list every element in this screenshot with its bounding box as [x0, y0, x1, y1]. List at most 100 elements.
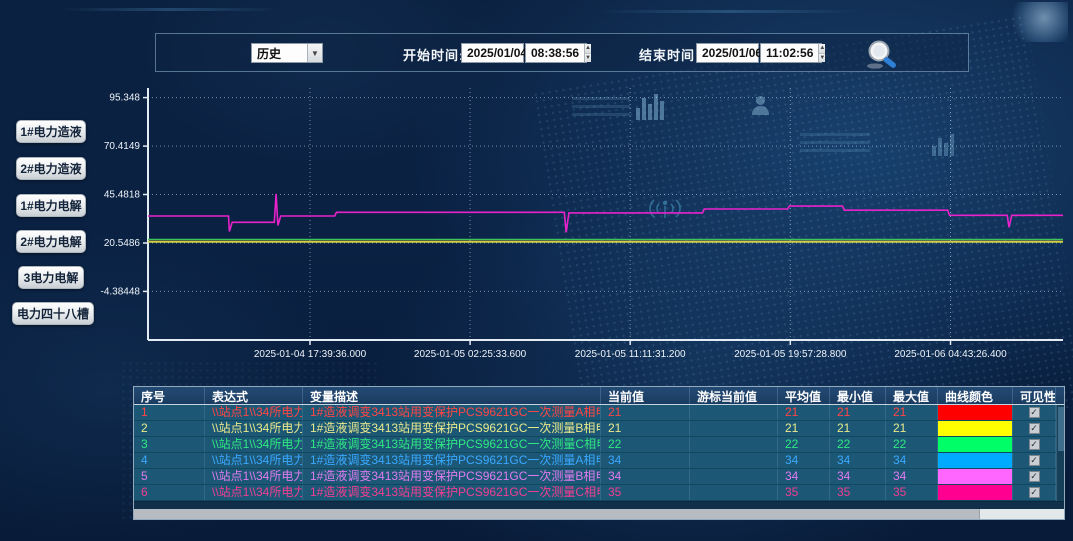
end-time-spinner[interactable]: 11:02:56 ▲▼ — [760, 43, 822, 63]
sidebar-button-5[interactable]: 3电力电解 — [18, 266, 84, 289]
end-date-picker[interactable]: 2025/01/06 ▼ — [696, 43, 759, 63]
curve-color-cell — [938, 437, 1013, 452]
spinner-up-icon[interactable]: ▲ — [585, 44, 591, 54]
search-button[interactable] — [864, 40, 904, 70]
min-value-cell: 35 — [830, 485, 886, 500]
table-row[interactable]: 4\\站点1\\34所电力…1#造液调变3413站用变保护PCS9621GC一次… — [134, 453, 1064, 469]
expression-cell: \\站点1\\34所电力… — [205, 421, 303, 436]
table-body: 1\\站点1\\34所电力…1#造液调变3413站用变保护PCS9621GC一次… — [134, 405, 1064, 501]
trend-chart: 95.34870.414945.481820.5486-4.384482025-… — [85, 83, 1073, 368]
seq-cell: 6 — [134, 485, 205, 500]
max-value-cell: 21 — [886, 405, 938, 420]
svg-text:45.4818: 45.4818 — [104, 190, 141, 201]
avg-value-cell: 35 — [778, 485, 830, 500]
curve-color-swatch[interactable] — [938, 405, 1012, 420]
column-header-5[interactable]: 游标当前值 — [690, 387, 778, 404]
max-value-cell: 34 — [886, 469, 938, 484]
spinner-up-icon[interactable]: ▲ — [819, 44, 825, 54]
seq-cell: 3 — [134, 437, 205, 452]
start-time-label: 开始时间: — [403, 45, 464, 64]
curve-color-swatch[interactable] — [938, 421, 1012, 436]
curve-color-cell — [938, 405, 1013, 420]
table-row[interactable]: 6\\站点1\\34所电力…1#造液调变3413站用变保护PCS9621GC一次… — [134, 485, 1064, 501]
svg-text:2025-01-05 11:11:31.200: 2025-01-05 11:11:31.200 — [575, 349, 686, 360]
chevron-down-icon[interactable]: ▼ — [307, 44, 322, 62]
spinner-down-icon[interactable]: ▼ — [585, 54, 591, 63]
svg-text:2025-01-06 04:43:26.400: 2025-01-06 04:43:26.400 — [894, 349, 1007, 360]
cursor-value-cell — [690, 421, 778, 436]
current-value-cell: 21 — [601, 405, 690, 420]
start-time-spinner[interactable]: 08:38:56 ▲▼ — [525, 43, 587, 63]
visibility-cell: ✓ — [1013, 437, 1056, 452]
column-header-2[interactable]: 表达式 — [205, 387, 303, 404]
table-row[interactable]: 3\\站点1\\34所电力…1#造液调变3413站用变保护PCS9621GC一次… — [134, 437, 1064, 453]
visibility-checkbox[interactable]: ✓ — [1029, 455, 1040, 466]
expression-cell: \\站点1\\34所电力… — [205, 485, 303, 500]
curve-color-swatch[interactable] — [938, 437, 1012, 452]
horizontal-scrollbar-thumb[interactable] — [134, 509, 980, 519]
sidebar-button-6[interactable]: 电力四十八槽 — [12, 302, 94, 325]
curve-color-cell — [938, 469, 1013, 484]
spinner-down-icon[interactable]: ▼ — [819, 54, 825, 63]
cursor-value-cell — [690, 405, 778, 420]
table-row[interactable]: 1\\站点1\\34所电力…1#造液调变3413站用变保护PCS9621GC一次… — [134, 405, 1064, 421]
column-header-1[interactable]: 序号 — [134, 387, 205, 404]
curve-color-swatch[interactable] — [938, 469, 1012, 484]
cursor-value-cell — [690, 485, 778, 500]
horizontal-scrollbar[interactable] — [134, 509, 1064, 519]
seq-cell: 2 — [134, 421, 205, 436]
column-header-9[interactable]: 曲线颜色 — [938, 387, 1013, 404]
min-value-cell: 22 — [830, 437, 886, 452]
mode-select-value: 历史 — [252, 45, 307, 62]
light-streak-decoration — [600, 10, 860, 13]
seq-cell: 4 — [134, 453, 205, 468]
vertical-scrollbar[interactable] — [1056, 405, 1064, 501]
table-row[interactable]: 5\\站点1\\34所电力…1#造液调变3413站用变保护PCS9621GC一次… — [134, 469, 1064, 485]
start-date-picker[interactable]: 2025/01/04 ▼ — [461, 43, 524, 63]
description-cell: 1#造液调变3413站用变保护PCS9621GC一次测量B相电流 — [303, 469, 601, 484]
max-value-cell: 35 — [886, 485, 938, 500]
column-header-8[interactable]: 最大值 — [886, 387, 938, 404]
curve-color-swatch[interactable] — [938, 485, 1012, 500]
svg-text:-4.38448: -4.38448 — [101, 286, 141, 297]
visibility-checkbox[interactable]: ✓ — [1029, 471, 1040, 482]
visibility-checkbox[interactable]: ✓ — [1029, 487, 1040, 498]
avg-value-cell: 21 — [778, 405, 830, 420]
column-header-6[interactable]: 平均值 — [778, 387, 830, 404]
table-row[interactable]: 2\\站点1\\34所电力…1#造液调变3413站用变保护PCS9621GC一次… — [134, 421, 1064, 437]
table-footer-gap — [134, 501, 1064, 509]
description-cell: 1#造液调变3413站用变保护PCS9621GC一次测量C相电压 — [303, 437, 601, 452]
current-value-cell: 22 — [601, 437, 690, 452]
trend-chart-plot[interactable]: 95.34870.414945.481820.5486-4.384482025-… — [85, 83, 1073, 368]
description-cell: 1#造液调变3413站用变保护PCS9621GC一次测量B相电压 — [303, 421, 601, 436]
sidebar-button-3[interactable]: 1#电力电解 — [16, 194, 86, 217]
visibility-checkbox[interactable]: ✓ — [1029, 423, 1040, 434]
magnifier-icon — [864, 40, 904, 70]
min-value-cell: 34 — [830, 453, 886, 468]
curve-color-swatch[interactable] — [938, 453, 1012, 468]
current-value-cell: 34 — [601, 453, 690, 468]
curve-color-cell — [938, 453, 1013, 468]
vertical-scrollbar-thumb[interactable] — [1058, 407, 1064, 451]
sidebar-button-2[interactable]: 2#电力造液 — [16, 157, 86, 180]
column-header-4[interactable]: 当前值 — [601, 387, 690, 404]
sidebar-button-1[interactable]: 1#电力造液 — [16, 120, 86, 143]
scada-trend-screen: 历史 ▼ 开始时间: 2025/01/04 ▼ 08:38:56 ▲▼ 结束时间… — [0, 0, 1073, 541]
query-toolbar: 历史 ▼ 开始时间: 2025/01/04 ▼ 08:38:56 ▲▼ 结束时间… — [155, 33, 969, 72]
visibility-checkbox[interactable]: ✓ — [1029, 439, 1040, 450]
sidebar-button-4[interactable]: 2#电力电解 — [16, 230, 86, 253]
column-header-3[interactable]: 变量描述 — [303, 387, 601, 404]
description-cell: 1#造液调变3413站用变保护PCS9621GC一次测量C相电流 — [303, 485, 601, 500]
mode-select[interactable]: 历史 ▼ — [251, 43, 323, 63]
glow-decoration — [1008, 2, 1068, 42]
curve-color-cell — [938, 485, 1013, 500]
visibility-cell: ✓ — [1013, 469, 1056, 484]
visibility-cell: ✓ — [1013, 453, 1056, 468]
max-value-cell: 34 — [886, 453, 938, 468]
max-value-cell: 22 — [886, 437, 938, 452]
description-cell: 1#造液调变3413站用变保护PCS9621GC一次测量A相电压 — [303, 405, 601, 420]
visibility-checkbox[interactable]: ✓ — [1029, 407, 1040, 418]
column-header-7[interactable]: 最小值 — [830, 387, 886, 404]
column-header-10[interactable]: 可见性 — [1013, 387, 1056, 404]
end-time-value: 11:02:56 — [761, 46, 818, 60]
